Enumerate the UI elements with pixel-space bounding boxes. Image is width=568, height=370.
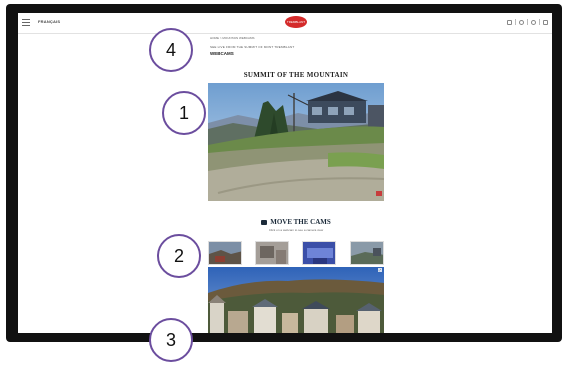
expand-icon[interactable]: ⤢: [377, 268, 382, 272]
thumbnail-scene: [351, 242, 383, 264]
move-cams-subtitle: Click on a webcam to see a camera view: [268, 228, 324, 232]
logo-text: TREMBLANT: [286, 20, 306, 24]
main-webcam-title: SUMMIT OF THE MOUNTAIN: [243, 71, 349, 79]
webcam-thumbnail[interactable]: [208, 241, 242, 265]
site-logo[interactable]: TREMBLANT: [285, 16, 307, 28]
thumbnail-scene: [209, 242, 241, 264]
main-webcam-image[interactable]: [208, 83, 384, 201]
webcam-thumbnail[interactable]: [302, 241, 336, 265]
top-navigation-bar: FRANÇAIS TREMBLANT: [18, 13, 552, 34]
language-link[interactable]: FRANÇAIS: [38, 19, 60, 24]
callout-2: 2: [157, 234, 201, 278]
camera-icon: [261, 219, 268, 225]
divider: [515, 19, 516, 25]
divider: [539, 19, 540, 25]
page-subheading: SEE LIVE FROM THE SUMMIT OF MONT TREMBLA…: [210, 45, 295, 49]
village-webcam-image[interactable]: ⤢: [208, 267, 384, 333]
phone-icon[interactable]: [543, 19, 548, 25]
search-icon[interactable]: [531, 19, 536, 25]
breadcrumb[interactable]: HOME > MOUNTAIN WEBCAMS: [210, 36, 255, 40]
page-title: WEBCAMS: [210, 51, 234, 56]
account-icon[interactable]: [519, 19, 524, 25]
callout-4: 4: [149, 28, 193, 72]
cart-icon[interactable]: [507, 19, 512, 25]
webcam-thumbnails: [208, 241, 384, 265]
menu-icon[interactable]: [22, 19, 30, 28]
top-right-tools: [507, 18, 548, 26]
webcam-thumbnail[interactable]: [350, 241, 384, 265]
village-webcam-scene: [208, 267, 384, 333]
move-cams-heading: MOVE THE CAMS: [208, 218, 384, 226]
summit-webcam-scene: [208, 83, 384, 201]
move-cams-title-text: MOVE THE CAMS: [270, 218, 331, 226]
thumbnail-scene: [256, 242, 288, 264]
webcam-thumbnail[interactable]: [255, 241, 289, 265]
callout-1: 1: [162, 91, 206, 135]
callout-3: 3: [149, 318, 193, 362]
thumbnail-scene: [303, 242, 335, 264]
monitor-frame: FRANÇAIS TREMBLANT HOME > MOUNTAIN WEBCA…: [6, 4, 562, 342]
divider: [527, 19, 528, 25]
browser-screen: FRANÇAIS TREMBLANT HOME > MOUNTAIN WEBCA…: [18, 13, 552, 333]
